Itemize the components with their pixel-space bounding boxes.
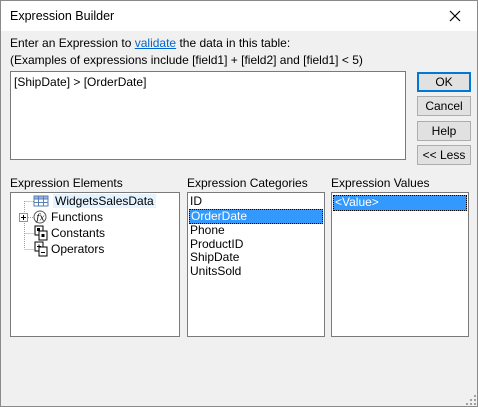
tree-item-functions[interactable]: fx Functions [11,209,103,225]
tree-item-label: Operators [51,242,105,256]
values-list[interactable]: <Value> [331,192,469,337]
category-item-phone[interactable]: Phone [188,223,324,238]
ok-button[interactable]: OK [417,72,471,92]
tree-item-label: Functions [51,210,104,224]
intro-suffix: the data in this table: [176,36,291,50]
tree-item-widgetssalesdata[interactable]: WidgetsSalesData [11,193,156,209]
less-button[interactable]: << Less [417,145,471,165]
title-bar: Expression Builder [1,1,477,31]
svg-text:fx: fx [35,214,44,224]
tree-item-operators[interactable]: Operators [11,241,104,257]
category-item-productid[interactable]: ProductID [188,237,324,252]
close-icon [449,10,461,22]
window-title: Expression Builder [10,9,115,23]
expression-builder-dialog: Expression Builder Enter an Expression t… [0,0,478,407]
tree-item-constants[interactable]: Constants [11,225,105,241]
intro-prefix: Enter an Expression to [10,36,135,50]
intro-line-2: (Examples of expressions include [field1… [10,53,363,67]
resize-grip-icon[interactable] [466,395,476,405]
intro-line-1: Enter an Expression to validate the data… [10,36,290,50]
operators-icon [34,241,48,257]
categories-label: Expression Categories [187,176,308,190]
table-icon [33,195,49,207]
cancel-button[interactable]: Cancel [417,96,471,116]
close-button[interactable] [433,1,477,31]
category-item-orderdate[interactable]: OrderDate [189,208,323,224]
categories-list[interactable]: ID OrderDate Phone ProductID ShipDate Un… [187,192,325,337]
tree-item-label: WidgetsSalesData [53,194,156,208]
category-item-unitssold[interactable]: UnitsSold [188,264,324,279]
elements-label: Expression Elements [10,176,123,190]
help-button[interactable]: Help [417,121,471,141]
category-item-id[interactable]: ID [188,194,324,209]
function-icon: fx [33,210,47,224]
constants-icon [34,225,48,241]
expand-icon[interactable] [19,212,28,222]
expression-input[interactable]: [ShipDate] > [OrderDate] [10,71,406,160]
elements-tree[interactable]: WidgetsSalesData fx Functions Constants [10,192,180,337]
value-item[interactable]: <Value> [333,195,467,211]
values-label: Expression Values [331,176,430,190]
tree-item-label: Constants [51,226,106,240]
category-item-shipdate[interactable]: ShipDate [188,250,324,265]
expression-text: [ShipDate] > [OrderDate] [14,75,147,89]
validate-link[interactable]: validate [135,36,176,50]
